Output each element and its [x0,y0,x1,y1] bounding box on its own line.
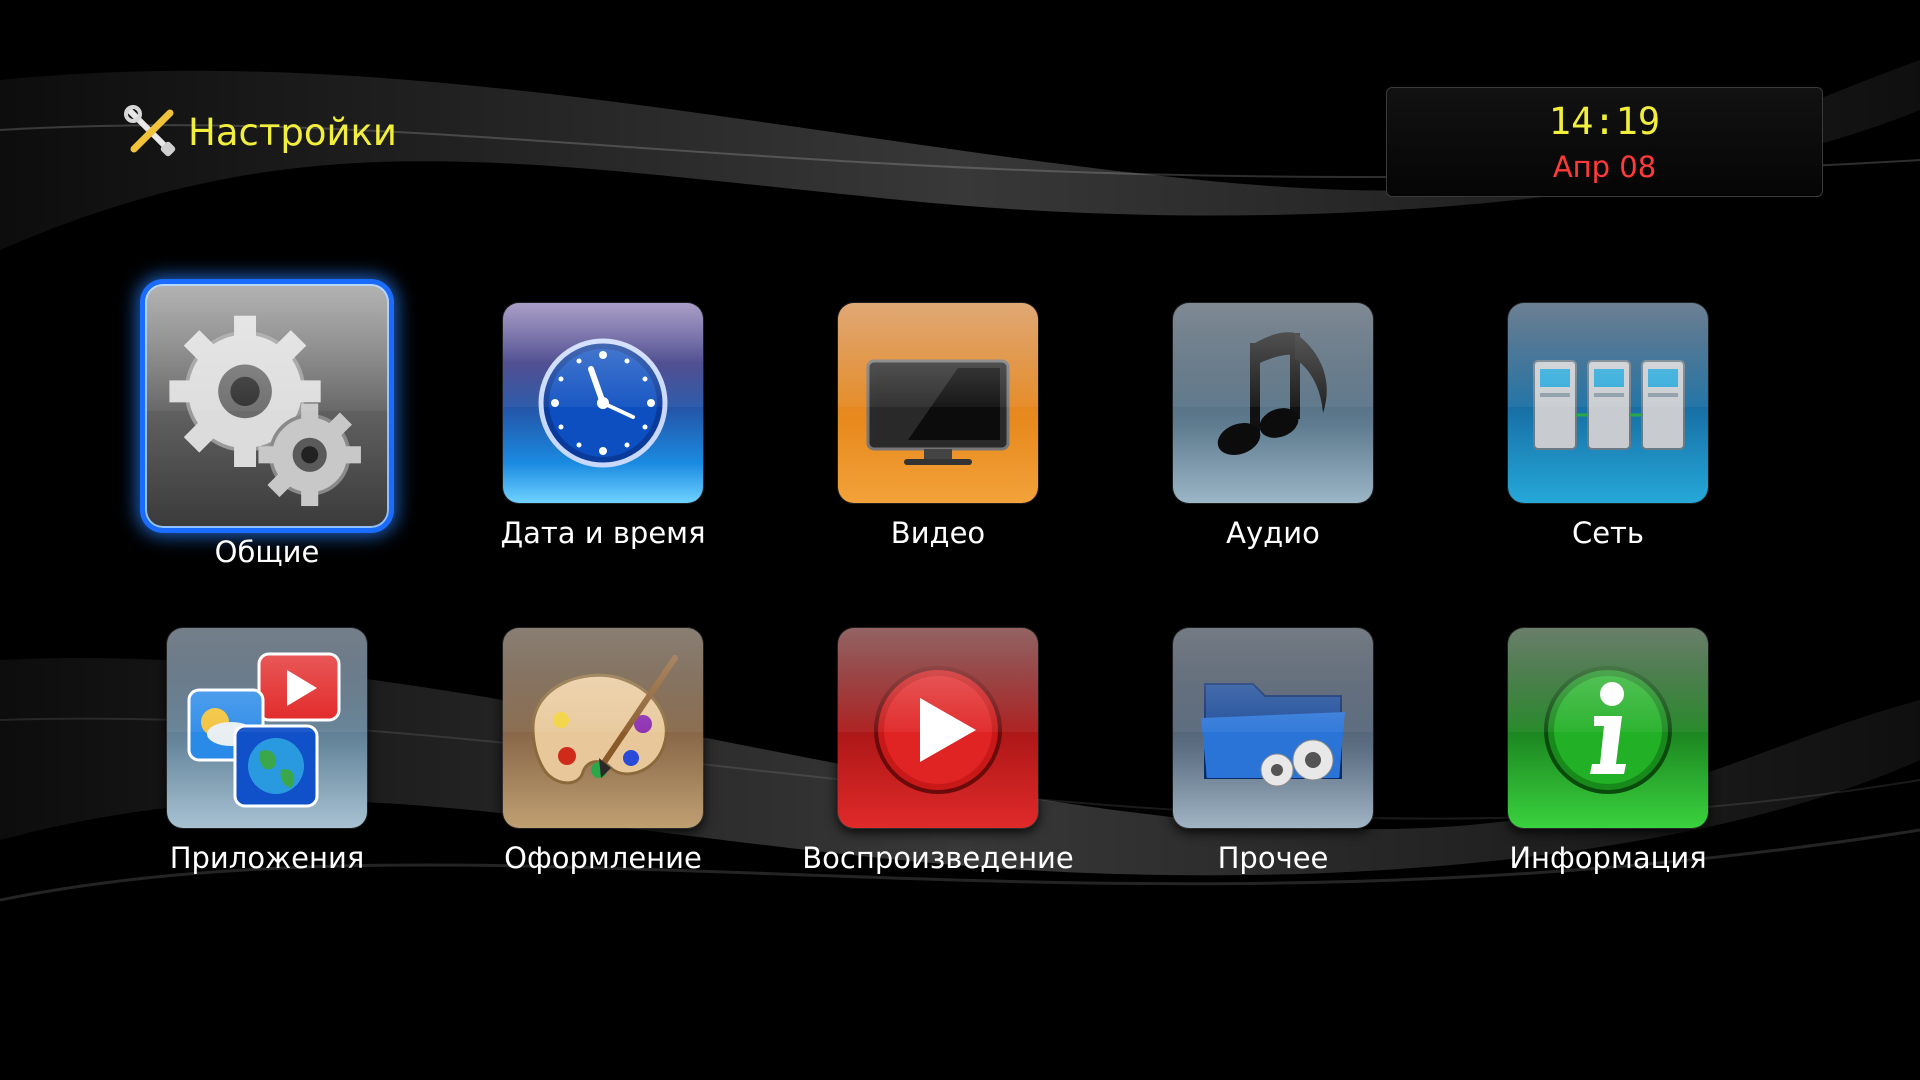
play-icon [838,628,1038,828]
menu-item-label: Аудио [1226,516,1320,550]
page-title: Настройки [124,100,397,164]
tools-icon [124,105,176,157]
gears-icon [145,284,389,528]
clock-panel: 14:19 Апр 08 [1386,87,1823,197]
menu-item-label: Общие [214,535,320,569]
clock-date: Апр 08 [1552,150,1657,184]
menu-item-label: Дата и время [500,516,706,550]
page-title-text: Настройки [188,110,397,154]
network-servers-icon [1508,303,1708,503]
menu-item-label: Информация [1509,841,1707,875]
menu-item-label: Приложения [169,841,365,875]
clock-time: 14:19 [1548,100,1661,143]
apps-icon [167,628,367,828]
folder-gears-icon [1173,628,1373,828]
clock-icon [503,303,703,503]
music-note-icon [1173,303,1373,503]
menu-item-label: Сеть [1571,516,1645,550]
palette-icon [503,628,703,828]
menu-item-label: Видео [890,516,986,550]
tv-icon [838,303,1038,503]
info-icon [1508,628,1708,828]
menu-item-label: Оформление [504,841,702,875]
menu-item-label: Прочее [1217,841,1329,875]
menu-item-label: Воспроизведение [802,841,1074,875]
